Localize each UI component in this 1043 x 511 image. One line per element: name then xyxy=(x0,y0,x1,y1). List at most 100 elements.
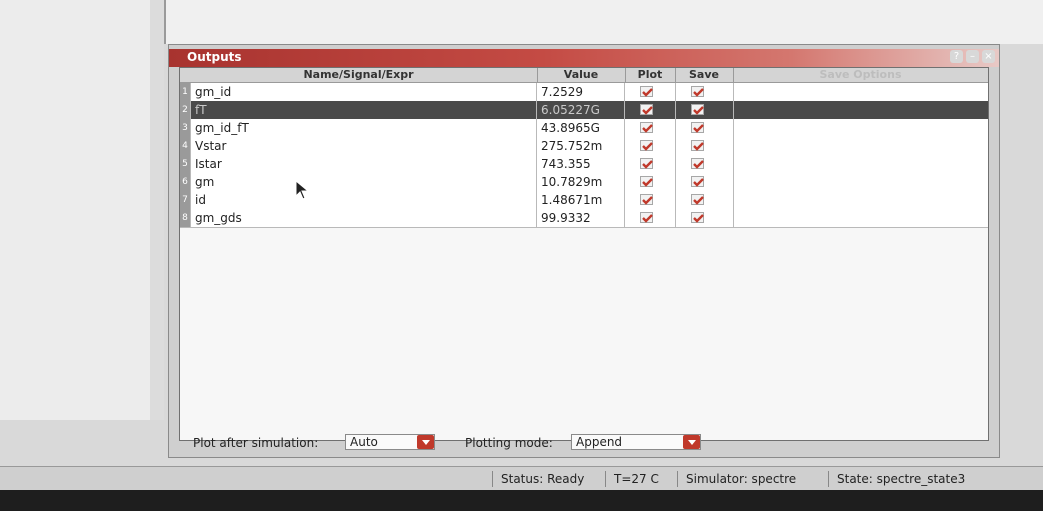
plot-checkbox[interactable] xyxy=(640,176,653,187)
save-options-cell[interactable] xyxy=(733,155,988,173)
signal-name[interactable]: gm_id xyxy=(191,83,537,101)
signal-name[interactable]: Vstar xyxy=(191,137,537,155)
signal-name[interactable]: gm xyxy=(191,173,537,191)
taskbar xyxy=(0,490,1043,511)
panel-title: Outputs xyxy=(187,50,242,64)
row-number: 4 xyxy=(180,137,191,155)
status-state: State: spectre_state3 xyxy=(828,471,973,487)
row-number: 6 xyxy=(180,173,191,191)
signal-name[interactable]: Istar xyxy=(191,155,537,173)
row-number: 8 xyxy=(180,209,191,227)
column-header-plot[interactable]: Plot xyxy=(625,68,676,82)
plot-cell xyxy=(625,83,676,101)
save-options-cell[interactable] xyxy=(733,101,988,119)
chevron-down-icon[interactable] xyxy=(417,435,434,449)
save-checkbox[interactable] xyxy=(691,104,704,115)
plot-cell xyxy=(625,101,676,119)
signal-value: 10.7829m xyxy=(537,173,625,191)
plot-cell xyxy=(625,173,676,191)
table-header: Name/Signal/Expr Value Plot Save Save Op… xyxy=(180,68,988,83)
status-bar: Status: Ready T=27 C Simulator: spectre … xyxy=(0,466,1043,491)
help-icon[interactable]: ? xyxy=(950,50,963,63)
plot-after-simulation-label: Plot after simulation: xyxy=(193,436,319,450)
plot-after-simulation-select[interactable]: Auto xyxy=(345,434,435,450)
save-checkbox[interactable] xyxy=(691,140,704,151)
save-checkbox[interactable] xyxy=(691,122,704,133)
save-checkbox[interactable] xyxy=(691,86,704,97)
plot-cell xyxy=(625,155,676,173)
window-controls: ? – × xyxy=(950,50,995,63)
plot-after-simulation-value: Auto xyxy=(350,435,378,449)
save-options-cell[interactable] xyxy=(733,137,988,155)
save-options-cell[interactable] xyxy=(733,173,988,191)
close-icon[interactable]: × xyxy=(982,50,995,63)
mouse-pointer-icon xyxy=(295,180,310,200)
table-row[interactable]: 5 Istar 743.355 xyxy=(180,155,988,174)
outputs-panel: Outputs ? – × Name/Signal/Expr Value Plo… xyxy=(168,44,1000,458)
row-number: 5 xyxy=(180,155,191,173)
save-checkbox[interactable] xyxy=(691,158,704,169)
signal-name[interactable]: id xyxy=(191,191,537,209)
signal-name[interactable]: gm_id_fT xyxy=(191,119,537,137)
save-cell xyxy=(675,191,734,209)
save-checkbox[interactable] xyxy=(691,194,704,205)
plot-options-bar: Plot after simulation: Auto Plotting mod… xyxy=(179,431,987,453)
signal-value: 43.8965G xyxy=(537,119,625,137)
plot-checkbox[interactable] xyxy=(640,194,653,205)
table-row[interactable]: 8 gm_gds 99.9332 xyxy=(180,209,988,228)
row-number: 7 xyxy=(180,191,191,209)
minimize-icon[interactable]: – xyxy=(966,50,979,63)
plot-checkbox[interactable] xyxy=(640,158,653,169)
signal-name[interactable]: fT xyxy=(191,101,537,119)
status-temperature: T=27 C xyxy=(605,471,667,487)
save-cell xyxy=(675,173,734,191)
signal-value: 1.48671m xyxy=(537,191,625,209)
row-number: 2 xyxy=(180,101,191,119)
column-header-save[interactable]: Save xyxy=(675,68,734,82)
signal-name[interactable]: gm_gds xyxy=(191,209,537,227)
save-cell xyxy=(675,137,734,155)
plot-cell xyxy=(625,191,676,209)
plot-checkbox[interactable] xyxy=(640,122,653,133)
row-number: 3 xyxy=(180,119,191,137)
save-cell xyxy=(675,209,734,227)
signal-value: 7.2529 xyxy=(537,83,625,101)
outputs-titlebar[interactable]: Outputs ? – × xyxy=(169,49,999,67)
plotting-mode-label: Plotting mode: xyxy=(465,436,553,450)
plot-checkbox[interactable] xyxy=(640,104,653,115)
save-options-cell[interactable] xyxy=(733,191,988,209)
save-options-cell[interactable] xyxy=(733,209,988,227)
save-cell xyxy=(675,101,734,119)
plotting-mode-value: Append xyxy=(576,435,623,449)
save-options-cell[interactable] xyxy=(733,119,988,137)
plot-checkbox[interactable] xyxy=(640,212,653,223)
column-header-save-options[interactable]: Save Options xyxy=(733,68,988,82)
signal-value: 99.9332 xyxy=(537,209,625,227)
plotting-mode-select[interactable]: Append xyxy=(571,434,701,450)
save-checkbox[interactable] xyxy=(691,176,704,187)
save-cell xyxy=(675,119,734,137)
column-header-name[interactable]: Name/Signal/Expr xyxy=(180,68,538,82)
status-ready: Status: Ready xyxy=(492,471,592,487)
background-divider xyxy=(150,0,164,420)
outputs-table: Name/Signal/Expr Value Plot Save Save Op… xyxy=(179,67,989,441)
save-cell xyxy=(675,155,734,173)
plot-cell xyxy=(625,119,676,137)
signal-value: 275.752m xyxy=(537,137,625,155)
plot-checkbox[interactable] xyxy=(640,86,653,97)
table-row[interactable]: 3 gm_id_fT 43.8965G xyxy=(180,119,988,138)
table-row[interactable]: 4 Vstar 275.752m xyxy=(180,137,988,156)
chevron-down-icon[interactable] xyxy=(683,435,700,449)
plot-checkbox[interactable] xyxy=(640,140,653,151)
plot-cell xyxy=(625,209,676,227)
signal-value: 743.355 xyxy=(537,155,625,173)
row-number: 1 xyxy=(180,83,191,101)
save-options-cell[interactable] xyxy=(733,83,988,101)
table-row[interactable]: 2 fT 6.05227G xyxy=(180,101,988,120)
column-header-value[interactable]: Value xyxy=(537,68,626,82)
plot-cell xyxy=(625,137,676,155)
save-checkbox[interactable] xyxy=(691,212,704,223)
signal-value: 6.05227G xyxy=(537,101,625,119)
table-row[interactable]: 1 gm_id 7.2529 xyxy=(180,83,988,102)
background-top-pane xyxy=(164,0,1043,44)
